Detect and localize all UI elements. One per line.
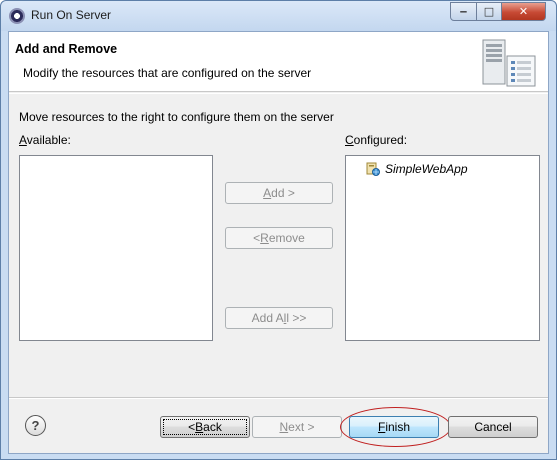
minimize-button[interactable]: ‒ — [450, 2, 477, 21]
close-button[interactable]: ✕ — [501, 2, 546, 21]
cancel-button[interactable]: Cancel — [448, 416, 538, 438]
close-icon: ✕ — [518, 5, 529, 18]
finish-highlight-ellipse — [340, 407, 451, 447]
list-item[interactable]: SimpleWebApp — [366, 162, 468, 176]
wizard-header: Add and Remove Modify the resources that… — [9, 32, 548, 92]
web-project-icon — [366, 162, 380, 176]
maximize-button[interactable]: □ — [476, 2, 502, 21]
run-on-server-window: Run On Server ‒ □ ✕ Add and Remove Modif… — [0, 0, 557, 460]
add-all-button[interactable]: Add All >> — [225, 307, 333, 329]
minimize-icon: ‒ — [459, 5, 468, 18]
available-label: Available: — [19, 133, 71, 147]
remove-button[interactable]: < Remove — [225, 227, 333, 249]
dialog-client-area: Add and Remove Modify the resources that… — [8, 31, 549, 454]
add-button[interactable]: Add > — [225, 182, 333, 204]
maximize-icon: □ — [483, 5, 495, 18]
help-icon[interactable]: ? — [25, 415, 46, 436]
configured-label: Configured: — [345, 133, 408, 147]
back-button[interactable]: < Back — [160, 416, 250, 438]
instructions-text: Move resources to the right to configure… — [19, 110, 334, 124]
page-description: Modify the resources that are configured… — [23, 66, 312, 80]
configured-item-name: SimpleWebApp — [385, 162, 468, 176]
header-separator — [9, 93, 548, 94]
eclipse-app-icon — [9, 8, 25, 24]
configured-list[interactable]: SimpleWebApp — [345, 155, 540, 341]
title-bar[interactable]: Run On Server ‒ □ ✕ — [1, 1, 556, 31]
window-title: Run On Server — [31, 8, 112, 22]
page-title: Add and Remove — [15, 42, 118, 56]
next-button[interactable]: Next > — [252, 416, 342, 438]
server-icon — [482, 39, 536, 87]
available-list[interactable] — [19, 155, 213, 341]
